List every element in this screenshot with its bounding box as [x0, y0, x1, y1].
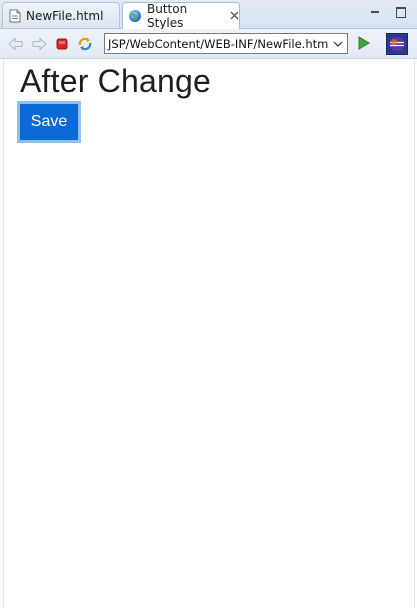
back-arrow-icon[interactable]	[8, 36, 24, 52]
maximize-button[interactable]	[395, 6, 407, 18]
minimize-icon	[371, 11, 379, 13]
tab-strip: NewFile.html Button Styles	[0, 0, 417, 30]
stop-icon[interactable]	[54, 36, 70, 52]
page-heading: After Change	[20, 63, 211, 99]
tab-label: Button Styles	[147, 2, 188, 30]
tab-label: NewFile.html	[26, 8, 104, 23]
go-icon[interactable]	[357, 35, 371, 55]
eclipse-logo-icon[interactable]	[386, 33, 408, 55]
forward-arrow-icon[interactable]	[31, 36, 47, 52]
maximize-icon	[396, 7, 406, 18]
url-combobox[interactable]: JSP/WebContent/WEB-INF/NewFile.html	[104, 33, 348, 54]
save-button[interactable]: Save	[17, 101, 81, 143]
url-field[interactable]: JSP/WebContent/WEB-INF/NewFile.html	[105, 37, 329, 51]
page-viewport: After Change Save	[3, 59, 415, 608]
globe-icon	[128, 9, 142, 23]
html-file-icon	[9, 9, 21, 23]
close-icon[interactable]	[230, 10, 239, 23]
browser-view: NewFile.html Button Styles JSP/WebConten…	[0, 0, 417, 608]
refresh-icon[interactable]	[77, 36, 93, 52]
minimize-button[interactable]	[369, 6, 381, 18]
chevron-down-icon[interactable]	[329, 34, 347, 53]
tab-button-styles[interactable]: Button Styles	[122, 2, 240, 30]
tab-newfile[interactable]: NewFile.html	[2, 2, 120, 28]
